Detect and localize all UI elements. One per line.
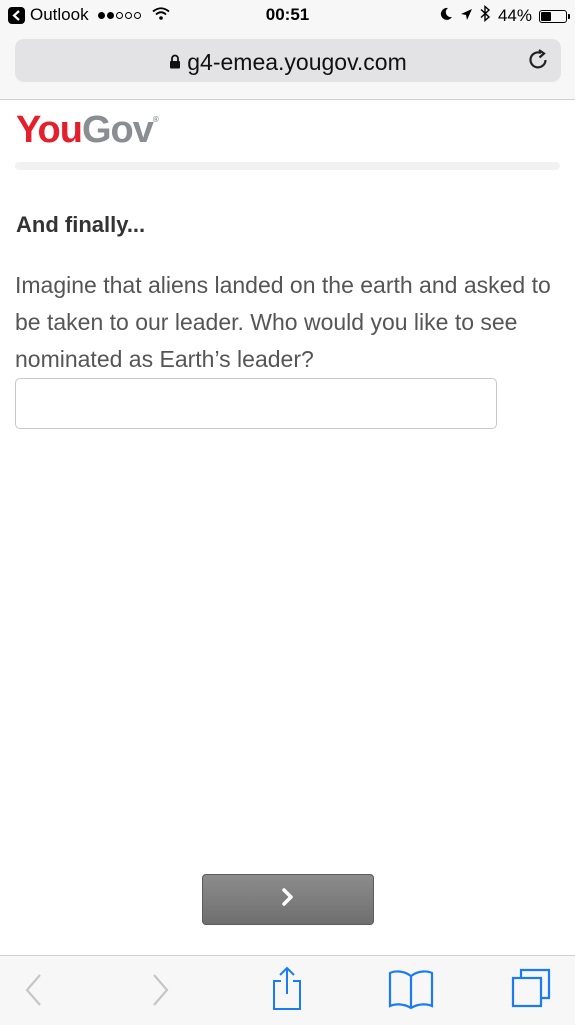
forward-icon[interactable]: [150, 970, 172, 1015]
survey-progress-bar: [15, 162, 560, 170]
share-icon[interactable]: [270, 966, 304, 1017]
url-display[interactable]: g4-emea.yougov.com: [15, 49, 561, 76]
yougov-logo: YouGov®: [16, 109, 159, 152]
bookmarks-icon[interactable]: [388, 968, 434, 1015]
battery-icon: [539, 9, 570, 23]
tabs-icon[interactable]: [511, 968, 553, 1015]
next-button[interactable]: [202, 874, 374, 925]
logo-registered-mark: ®: [152, 115, 159, 124]
back-icon[interactable]: [22, 970, 44, 1015]
battery-percent: 44%: [497, 6, 532, 25]
answer-input[interactable]: [15, 378, 497, 429]
browser-toolbar: [0, 955, 575, 1025]
logo-you: You: [16, 109, 83, 151]
logo-gov: Gov: [81, 109, 154, 151]
do-not-disturb-icon: [440, 6, 453, 26]
chevron-right-icon: [281, 887, 295, 912]
address-bar[interactable]: g4-emea.yougov.com: [15, 39, 561, 82]
status-right: 44%: [440, 4, 570, 27]
question-heading: And finally...: [16, 212, 146, 237]
reload-icon[interactable]: [527, 49, 549, 76]
lock-icon: [169, 48, 181, 75]
status-bar: Outlook 00:51 44%: [0, 0, 575, 32]
location-arrow-icon: [460, 6, 473, 26]
browser-address-area: g4-emea.yougov.com: [0, 32, 575, 100]
bluetooth-icon: [480, 4, 491, 27]
url-text: g4-emea.yougov.com: [187, 49, 407, 75]
question-text: Imagine that aliens landed on the earth …: [15, 272, 551, 372]
